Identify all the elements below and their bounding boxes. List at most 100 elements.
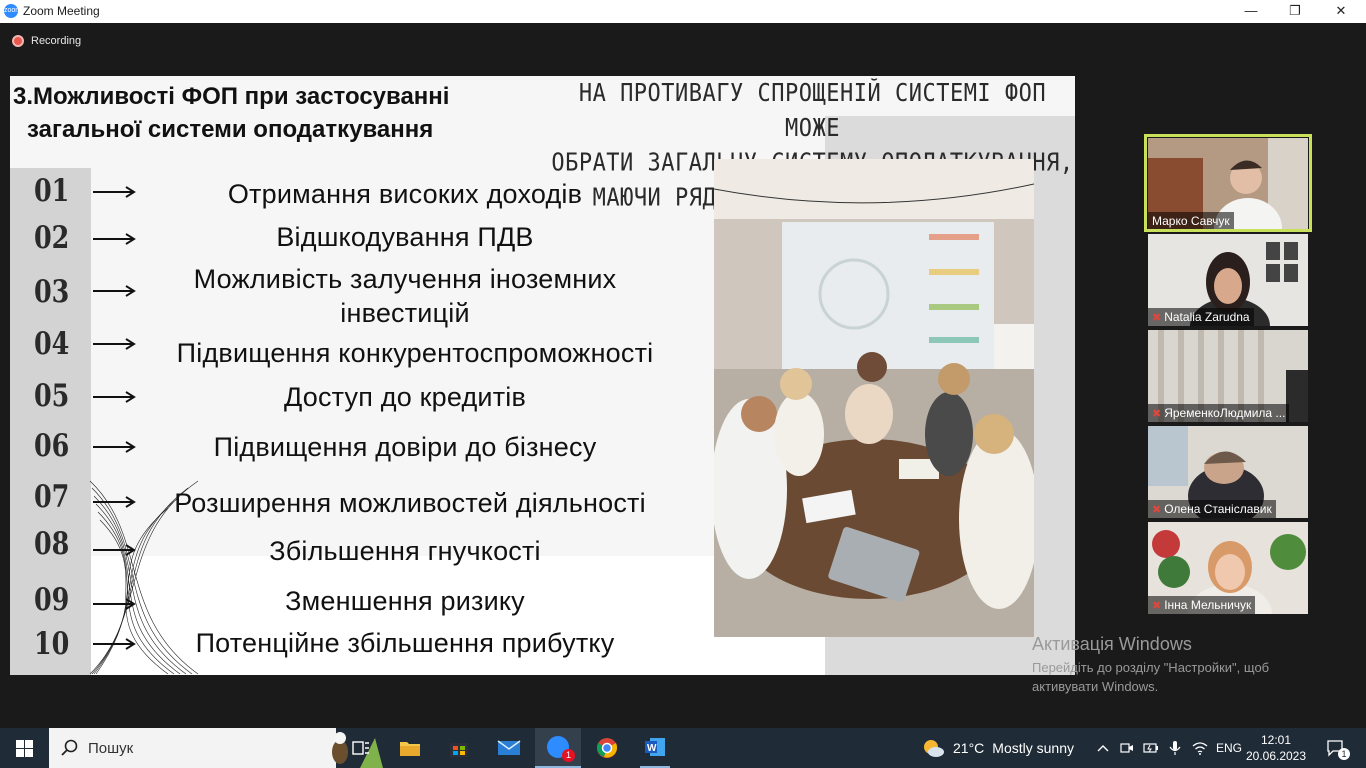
item-number: 05 <box>34 378 70 414</box>
taskbar-app-chrome[interactable] <box>592 728 622 768</box>
list-item-text: Отримання високих доходів <box>227 179 583 209</box>
slide-heading: 3.Можливості ФОП при застосуванні загаль… <box>13 80 543 146</box>
recording-indicator[interactable]: Recording <box>12 35 81 47</box>
taskbar: Пошук 1 W 21°C Mostly sunny ENG 12:01 20… <box>0 728 1366 768</box>
webcam-icon <box>1120 743 1133 753</box>
microphone-icon <box>1169 741 1181 755</box>
active-speaker-border <box>1144 134 1312 232</box>
chrome-icon <box>596 738 618 758</box>
zoom-logo-icon: zoom <box>4 4 21 18</box>
start-button[interactable] <box>0 728 48 768</box>
chevron-up-icon <box>1097 745 1109 752</box>
heading-line-1: 3.Можливості ФОП при застосуванні <box>13 83 450 110</box>
restore-button[interactable]: ❐ <box>1272 0 1318 23</box>
window-title: Zoom Meeting <box>23 4 100 18</box>
taskbar-app-explorer[interactable] <box>395 728 425 768</box>
show-hidden-icons-button[interactable] <box>1094 728 1112 768</box>
clock-time: 12:01 <box>1260 733 1292 747</box>
item-number: 04 <box>34 326 70 362</box>
weather-widget[interactable]: 21°C Mostly sunny <box>921 728 1081 768</box>
svg-text:W: W <box>647 743 657 754</box>
wifi-icon <box>1192 742 1208 755</box>
participant-name: ✖ ЯременкоЛюдмила ... <box>1148 404 1290 422</box>
taskbar-app-store[interactable] <box>444 728 474 768</box>
list-item-text: Підвищення конкурентоспроможності <box>176 338 654 368</box>
weather-description: Mostly sunny <box>992 740 1074 756</box>
list-item-text: Розширення можливостей діяльності <box>174 488 646 518</box>
item-number: 02 <box>34 220 70 256</box>
taskbar-app-zoom[interactable]: 1 <box>535 728 581 768</box>
list-item-text: Зменшення ризику <box>285 586 525 616</box>
taskbar-app-word[interactable]: W <box>640 728 670 768</box>
title-bar: zoom Zoom Meeting — ❐ ✕ <box>0 0 1366 23</box>
item-number: 08 <box>34 526 70 562</box>
shared-slide: 3.Можливості ФОП при застосуванні загаль… <box>10 76 1075 675</box>
mic-muted-icon: ✖ <box>1152 504 1162 516</box>
partly-sunny-icon <box>924 740 944 757</box>
folder-icon <box>400 742 420 756</box>
arrow-right-icon <box>93 441 136 453</box>
list-item-text: Потенційне збільшення прибутку <box>195 628 615 658</box>
tray-battery-icon[interactable] <box>1142 728 1160 768</box>
list-item-text: Збільшення гнучкості <box>269 536 541 566</box>
list-item-text: Відшкодування ПДВ <box>276 222 534 252</box>
subhead-line-1: НА ПРОТИВАГУ СПРОЩЕНІЙ СИСТЕМІ ФОП МОЖЕ <box>578 79 1047 143</box>
activation-line-1: Перейдіть до розділу "Настройки", щоб <box>1032 660 1270 675</box>
arrow-right-icon <box>93 638 136 650</box>
task-view-button[interactable] <box>346 728 376 768</box>
weather-temperature: 21°C <box>953 740 985 756</box>
arrow-right-icon <box>93 544 136 556</box>
minimize-button[interactable]: — <box>1228 0 1274 23</box>
heading-line-2: загальної системи оподаткування <box>27 116 434 143</box>
activation-title: Активація Windows <box>1032 634 1192 654</box>
windows-logo-icon <box>15 739 33 757</box>
battery-charging-icon <box>1143 743 1158 753</box>
arrow-right-icon <box>93 598 136 610</box>
clock[interactable]: 12:01 20.06.2023 <box>1246 728 1306 768</box>
activation-line-2: активувати Windows. <box>1032 679 1159 694</box>
windows-activation-watermark: Активація Windows Перейдіть до розділу "… <box>1032 634 1269 696</box>
participant-tile[interactable]: ✖ Інна Мельничук <box>1148 522 1308 614</box>
mic-muted-icon: ✖ <box>1152 312 1162 324</box>
item-number: 03 <box>34 274 70 310</box>
participant-name: ✖ Інна Мельничук <box>1148 596 1256 614</box>
search-icon <box>61 739 78 756</box>
arrow-right-icon <box>93 233 136 245</box>
mic-muted-icon: ✖ <box>1152 600 1162 612</box>
arrow-right-icon <box>93 338 136 350</box>
tray-wifi-icon[interactable] <box>1190 728 1210 768</box>
store-icon <box>450 743 468 757</box>
arrow-right-icon <box>93 186 136 198</box>
item-number: 06 <box>34 428 70 464</box>
meeting-photo <box>714 159 1034 637</box>
notification-center-button[interactable]: 1 <box>1318 728 1354 768</box>
close-button[interactable]: ✕ <box>1318 0 1364 23</box>
word-icon: W <box>645 738 665 756</box>
list-item-text: Можливість залучення іноземних інвестиці… <box>193 264 617 328</box>
item-number: 09 <box>34 582 70 618</box>
language-indicator[interactable]: ENG <box>1214 728 1244 768</box>
mail-icon <box>497 740 521 755</box>
recording-label: Recording <box>31 35 82 47</box>
zoom-app-icon: 1 <box>547 736 575 762</box>
participant-name: ✖ Natalia Zarudna <box>1148 308 1254 326</box>
tray-meet-icon[interactable] <box>1118 728 1136 768</box>
participant-tile[interactable]: ✖ Natalia Zarudna <box>1148 234 1308 326</box>
task-view-icon <box>352 741 369 755</box>
participant-tile[interactable]: ✖ Олена Станіславик <box>1148 426 1308 518</box>
participant-tile[interactable]: ✖ ЯременкоЛюдмила ... <box>1148 330 1308 422</box>
mic-muted-icon: ✖ <box>1152 408 1162 420</box>
item-number: 10 <box>34 626 70 662</box>
list-item-text: Підвищення довіри до бізнесу <box>213 432 597 462</box>
notification-count-badge: 1 <box>1338 748 1350 760</box>
item-number: 01 <box>34 173 70 209</box>
tray-mic-icon[interactable] <box>1166 728 1184 768</box>
taskbar-search-box[interactable]: Пошук <box>49 728 383 768</box>
arrow-right-icon <box>93 391 136 403</box>
participant-name: ✖ Олена Станіславик <box>1148 500 1276 518</box>
arrow-right-icon <box>93 285 136 297</box>
record-dot-icon <box>12 35 24 47</box>
clock-date: 20.06.2023 <box>1245 749 1307 763</box>
taskbar-app-mail[interactable] <box>494 728 524 768</box>
search-placeholder: Пошук <box>88 740 134 757</box>
